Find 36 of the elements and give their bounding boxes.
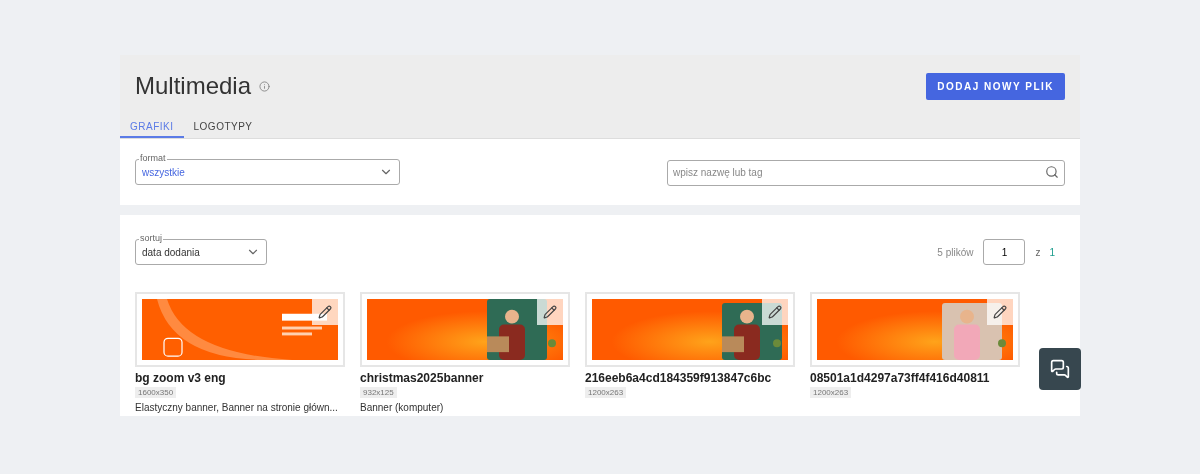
file-tags: Elastyczny banner, Banner na stronie główn... — [135, 402, 345, 414]
image-thumbnail[interactable] — [360, 292, 570, 367]
total-pages: 1 — [1049, 245, 1055, 260]
page-field[interactable]: 1 — [983, 239, 1026, 265]
image-thumbnail[interactable] — [810, 292, 1020, 367]
info-icon — [259, 80, 271, 92]
search-field[interactable]: wpisz nazwę lub tag — [667, 159, 1065, 186]
search-icon — [1045, 165, 1059, 179]
size-label: 1200x263 — [810, 387, 852, 398]
of-label: z — [1035, 245, 1041, 260]
add-file-button[interactable]: DODAJ NOWY PLIK — [926, 72, 1065, 100]
file-name: bg zoom v3 eng — [135, 371, 227, 385]
file-name: 216eeb6a4cd184359f913847c6bc — [585, 371, 773, 385]
edit-icon — [318, 305, 332, 319]
file-count: 5 plików — [937, 245, 974, 260]
file-name: 08501a1d4297a73ff4f416d40811 — [810, 371, 991, 385]
file-tags: Banner (komputer) — [360, 402, 570, 414]
tab[interactable]: LOGOTYPY — [183, 116, 263, 138]
edit-button[interactable] — [312, 299, 338, 325]
chat-icon — [1050, 359, 1070, 379]
edit-icon — [768, 305, 782, 319]
size-label: 1200x263 — [585, 387, 627, 398]
file-name: christmas2025banner — [360, 371, 485, 385]
size-label: 1600x350 — [135, 387, 177, 398]
size-label: 932x125 — [360, 387, 397, 398]
edit-icon — [543, 305, 557, 319]
edit-icon — [993, 305, 1007, 319]
format-label: format — [139, 154, 167, 163]
edit-button[interactable] — [762, 299, 788, 325]
page-title: Multimedia — [135, 71, 252, 101]
image-thumbnail[interactable] — [585, 292, 795, 367]
edit-button[interactable] — [537, 299, 563, 325]
edit-button[interactable] — [987, 299, 1013, 325]
image-thumbnail[interactable] — [135, 292, 345, 367]
sort-label: sortuj — [139, 234, 163, 243]
chat-button[interactable] — [1039, 348, 1081, 390]
